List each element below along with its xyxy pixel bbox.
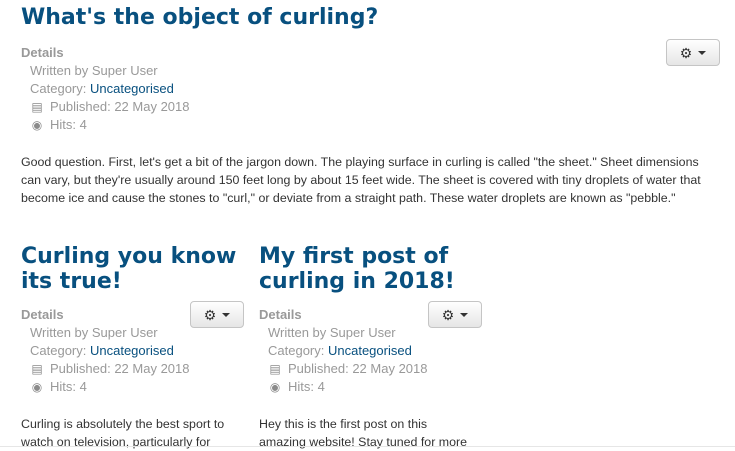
published-line: ▤ Published: 22 May 2018 [268,360,427,378]
hits-text: Hits: 4 [50,117,87,132]
body-line-1: Curling is absolutely the best sport to [21,417,225,431]
article-left-info: Written by Super User Category: Uncatego… [30,324,189,396]
body-line-2: amazing website! Stay tuned for more [259,435,467,449]
title-line-1: My first post of [259,244,449,269]
eye-icon: ◉ [31,380,43,394]
category-line: Category: Uncategorised [30,342,189,360]
hits-line: ◉ Hits: 4 [30,378,189,396]
gear-icon: ⚙ [679,44,693,61]
body-line-1: Hey this is the first post on this [259,417,428,431]
article-left-tools-button[interactable]: ⚙ [190,301,244,328]
calendar-icon: ▤ [269,362,281,376]
hits-line: ◉ Hits: 4 [30,116,189,134]
category-line: Category: Uncategorised [30,80,189,98]
author-text: Written by Super User [268,325,396,340]
calendar-icon: ▤ [31,362,43,376]
article-right-tools-button[interactable]: ⚙ [428,301,482,328]
hits-line: ◉ Hits: 4 [268,378,427,396]
published-line: ▤ Published: 22 May 2018 [30,360,189,378]
category-prefix: Category: [268,343,328,358]
published-text: Published: 22 May 2018 [50,361,190,376]
hits-text: Hits: 4 [50,379,87,394]
horizontal-divider [0,446,735,447]
title-line-1: Curling you know [21,244,237,269]
category-prefix: Category: [30,343,90,358]
article-left-title[interactable]: Curling you know its true! [21,244,251,294]
eye-icon: ◉ [269,380,281,394]
gear-icon: ⚙ [441,306,455,323]
category-link[interactable]: Uncategorised [328,343,412,358]
category-prefix: Category: [30,81,90,96]
published-line: ▤ Published: 22 May 2018 [30,98,189,116]
article-tools-button[interactable]: ⚙ [666,39,720,66]
gear-icon: ⚙ [203,306,217,323]
title-line-2: curling in 2018! [259,269,455,294]
caret-down-icon [460,312,469,317]
article-right-title[interactable]: My first post of curling in 2018! [259,244,489,294]
category-line: Category: Uncategorised [268,342,427,360]
caret-down-icon [698,50,707,55]
eye-icon: ◉ [31,118,43,132]
published-text: Published: 22 May 2018 [50,99,190,114]
article-right-info: Written by Super User Category: Uncatego… [268,324,427,396]
category-link[interactable]: Uncategorised [90,81,174,96]
details-label: Details [21,45,64,60]
category-link[interactable]: Uncategorised [90,343,174,358]
body-line-2: watch on television, particularly for [21,435,211,449]
author-text: Written by Super User [30,325,158,340]
article-body: Good question. First, let's get a bit of… [21,155,701,205]
article-info: Written by Super User Category: Uncatego… [30,62,189,134]
details-label: Details [259,307,302,322]
calendar-icon: ▤ [31,100,43,114]
hits-text: Hits: 4 [288,379,325,394]
published-text: Published: 22 May 2018 [288,361,428,376]
article-title[interactable]: What's the object of curling? [21,5,378,31]
author-text: Written by Super User [30,63,158,78]
title-line-2: its true! [21,269,122,294]
caret-down-icon [222,312,231,317]
details-label: Details [21,307,64,322]
